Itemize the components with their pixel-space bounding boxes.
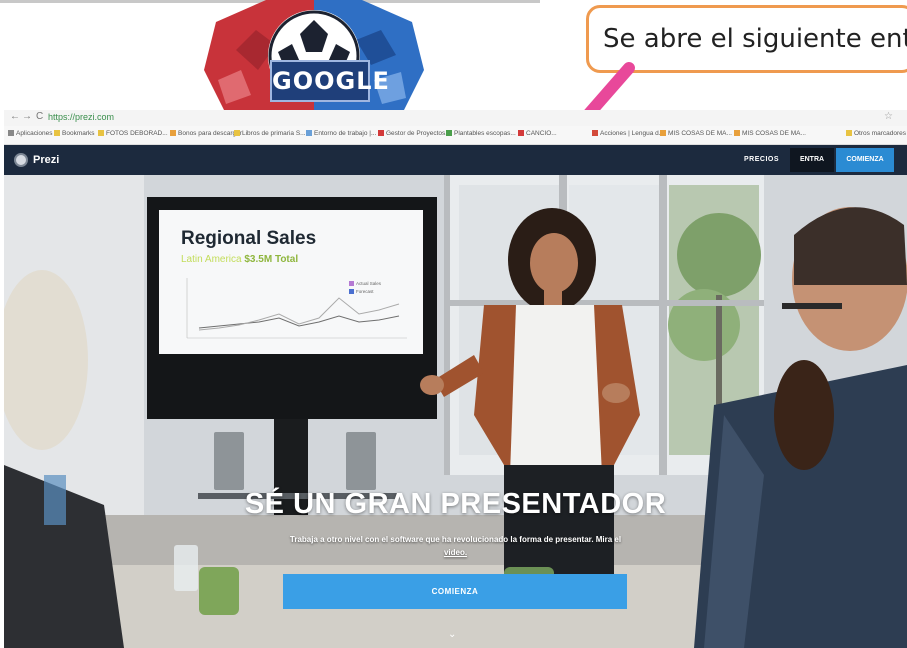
bookmark-item[interactable]: Otros marcadores xyxy=(846,130,906,137)
slide-screen: Regional Sales Latin America $3.5M Total… xyxy=(159,210,423,354)
bookmark-item[interactable]: Bonos para descargar xyxy=(170,130,242,137)
bookmark-item[interactable]: CANCIO... xyxy=(518,130,557,137)
reload-icon[interactable]: C xyxy=(36,111,43,122)
google-logo-text: GOOGLE xyxy=(270,60,389,102)
callout-text: Se abre el siguiente entor xyxy=(603,24,907,54)
hero-subline-text: Trabaja a otro nivel con el software que… xyxy=(289,535,622,544)
bookmark-item[interactable]: Entorno de trabajo |... xyxy=(306,130,376,137)
nav-start-button[interactable]: COMIENZA xyxy=(836,148,894,172)
bookmark-item[interactable]: Plantables escopas... xyxy=(446,130,516,137)
hero-headline: SÉ UN GRAN PRESENTADOR xyxy=(244,488,667,520)
bookmarks-bar: Aplicaciones Bookmarks FOTOS DEBORAD... … xyxy=(4,126,907,145)
prezi-navbar: Prezi PRECIOS ENTRA COMIENZA xyxy=(4,145,907,175)
bookmark-item[interactable]: MIS COSAS DE MA... xyxy=(660,130,732,137)
address-bar: ← → C https://prezi.com ☆ xyxy=(4,110,907,126)
bookmark-item[interactable]: MIS COSAS DE MA... xyxy=(734,130,806,137)
bookmark-item[interactable]: Libros de primaria S... xyxy=(234,130,306,137)
browser-window: ← → C https://prezi.com ☆ Aplicaciones B… xyxy=(4,110,907,648)
hero-section: Regional Sales Latin America $3.5M Total… xyxy=(4,175,907,648)
slide-line-chart xyxy=(186,278,407,339)
login-button[interactable]: ENTRA xyxy=(790,148,834,172)
back-arrow-icon[interactable]: ← xyxy=(10,111,20,122)
bookmark-item[interactable]: Gestor de Proyectos... xyxy=(378,130,451,137)
hero-start-button[interactable]: COMIENZA xyxy=(283,574,627,609)
bookmark-star-icon[interactable]: ☆ xyxy=(884,111,893,122)
forward-arrow-icon[interactable]: → xyxy=(22,111,32,122)
nav-precios-link[interactable]: PRECIOS xyxy=(744,156,779,163)
video-link[interactable]: video. xyxy=(444,548,467,557)
bookmark-item[interactable]: Aplicaciones xyxy=(8,130,53,137)
bookmark-item[interactable]: Acciones | Lengua d... xyxy=(592,130,664,137)
chevron-down-icon[interactable]: ⌄ xyxy=(448,629,456,640)
bookmark-item[interactable]: Bookmarks xyxy=(54,130,95,137)
bookmark-item[interactable]: FOTOS DEBORAD... xyxy=(98,130,168,137)
prezi-brand[interactable]: Prezi xyxy=(33,154,59,166)
url-field[interactable]: https://prezi.com xyxy=(48,112,114,122)
prezi-logo-icon[interactable] xyxy=(14,153,28,167)
hero-subheadline: Trabaja a otro nivel con el software que… xyxy=(4,533,907,559)
